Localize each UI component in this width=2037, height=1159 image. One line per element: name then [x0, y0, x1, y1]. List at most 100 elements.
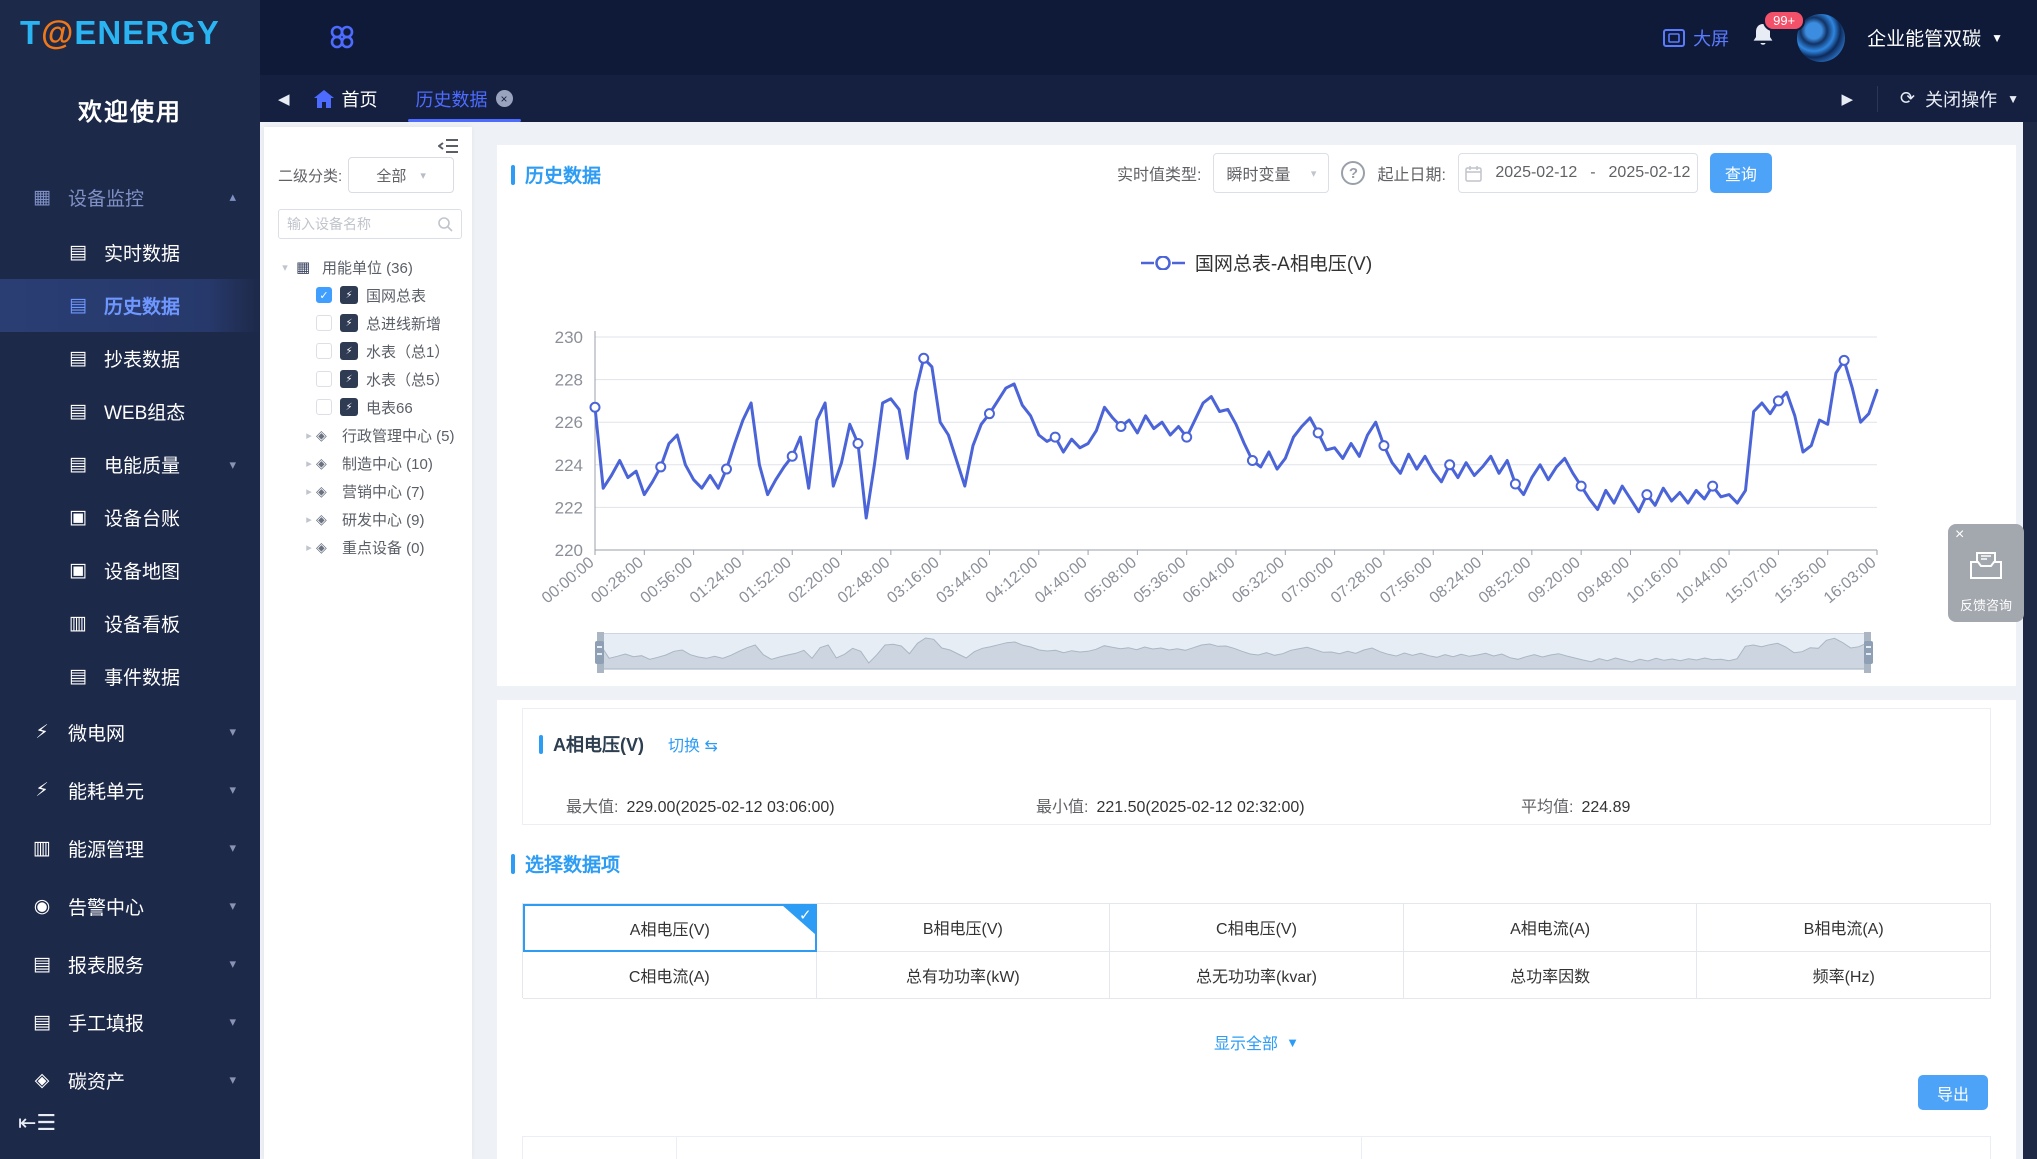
chart-legend[interactable]: 国网总表-A相电压(V) [497, 249, 2016, 276]
sidebar-item[interactable]: ◉告警中心▾ [0, 877, 260, 935]
sidebar-item[interactable]: ▥设备看板 [0, 597, 260, 650]
tab-home[interactable]: 首页 [304, 86, 388, 112]
tree-root-node[interactable]: ▾▦用能单位 (36) [264, 253, 472, 281]
data-item-cell[interactable]: C相电压(V) [1110, 904, 1404, 952]
tree-device-node[interactable]: ⚡电表66 [264, 393, 472, 421]
tree-group-node[interactable]: ▸◈行政管理中心 (5) [264, 421, 472, 449]
data-item-cell[interactable]: C相电流(A) [523, 952, 817, 1000]
svg-text:226: 226 [555, 413, 583, 432]
device-checkbox[interactable]: ✓ [316, 287, 332, 303]
realtime-type-select[interactable]: 瞬时变量 ▾ [1213, 153, 1329, 193]
chevron-right-icon[interactable]: ▸ [302, 541, 316, 554]
app-logo: T@ENERGY [20, 14, 220, 52]
sidebar-item[interactable]: ▤WEB组态 [0, 385, 260, 438]
tabs-scroll-right-icon[interactable]: ▶ [1837, 90, 1857, 108]
apps-icon[interactable] [328, 23, 356, 56]
tabs-scroll-left-icon[interactable]: ◀ [274, 90, 294, 108]
sidebar-item[interactable]: ▤报表服务▾ [0, 935, 260, 993]
feedback-widget[interactable]: × 反馈咨询 [1948, 524, 2024, 622]
close-icon[interactable]: × [1955, 526, 1964, 544]
chevron-right-icon[interactable]: ▸ [302, 513, 316, 526]
right-edge-strip [2023, 122, 2037, 1159]
chevron-right-icon[interactable]: ▸ [302, 457, 316, 470]
sidebar-item[interactable]: ◈碳资产▾ [0, 1051, 260, 1109]
help-icon[interactable]: ? [1341, 161, 1365, 185]
sidebar-item-label: 历史数据 [104, 292, 180, 319]
meter-icon: ⚡ [340, 398, 358, 416]
sidebar-item[interactable]: ▤实时数据 [0, 226, 260, 279]
device-checkbox[interactable] [316, 343, 332, 359]
device-search-input[interactable] [287, 216, 437, 232]
sidebar-item[interactable]: ⚡能耗单元▾ [0, 761, 260, 819]
sidebar-item[interactable]: ▤事件数据 [0, 650, 260, 703]
tree-device-node[interactable]: ✓⚡国网总表 [264, 281, 472, 309]
data-item-cell[interactable]: A相电压(V)✓ [523, 904, 817, 952]
tree-group-label: 重点设备 (0) [342, 537, 425, 558]
close-operations-menu[interactable]: ⟳ 关闭操作 ▼ [1877, 86, 2019, 112]
data-item-cell[interactable]: B相电流(A) [1697, 904, 1991, 952]
svg-text:220: 220 [555, 541, 583, 560]
datazoom-left-handle[interactable] [595, 641, 604, 664]
sidebar-item[interactable]: ▤手工填报▾ [0, 993, 260, 1051]
date-end[interactable]: 2025-02-12 [1609, 164, 1691, 182]
tree-device-node[interactable]: ⚡水表（总5） [264, 365, 472, 393]
tree-group-node[interactable]: ▸◈研发中心 (9) [264, 505, 472, 533]
tree-group-node[interactable]: ▸◈重点设备 (0) [264, 533, 472, 561]
data-item-cell[interactable]: B相电压(V) [817, 904, 1111, 952]
date-range-picker[interactable]: 2025-02-12 - 2025-02-12 [1458, 153, 1698, 193]
org-switcher[interactable]: 企业能管双碳 ▼ [1867, 24, 2003, 51]
sidebar-item[interactable]: ⚡微电网▾ [0, 703, 260, 761]
sidebar-item-label: 微电网 [68, 719, 125, 746]
sidebar-item[interactable]: ▦设备监控▴ [0, 168, 260, 226]
sidebar-item[interactable]: ▥能源管理▾ [0, 819, 260, 877]
search-icon[interactable] [437, 216, 453, 232]
sidebar-collapse-toggle[interactable]: ⇤☰ [18, 1110, 56, 1136]
export-button[interactable]: 导出 [1918, 1075, 1988, 1110]
sidebar-item[interactable]: ▤历史数据 [0, 279, 260, 332]
sidebar-item-label: 碳资产 [68, 1067, 125, 1094]
tree-group-label: 行政管理中心 (5) [342, 425, 455, 446]
show-all-link[interactable]: 显示全部 ▼ [497, 1030, 2016, 1054]
date-start[interactable]: 2025-02-12 [1495, 164, 1577, 182]
big-screen-button[interactable]: 大屏 [1663, 25, 1729, 51]
data-item-cell[interactable]: A相电流(A) [1404, 904, 1698, 952]
chevron-down-icon: ▾ [229, 840, 236, 856]
data-item-cell[interactable]: 总无功功率(kvar) [1110, 952, 1404, 1000]
chevron-right-icon[interactable]: ▸ [302, 485, 316, 498]
sidebar-item[interactable]: ▤电能质量▾ [0, 438, 260, 491]
data-item-cell[interactable]: 频率(Hz) [1697, 952, 1991, 1000]
sidebar-item[interactable]: ▣设备地图 [0, 544, 260, 597]
device-checkbox[interactable] [316, 399, 332, 415]
tree-device-node[interactable]: ⚡总进线新增 [264, 309, 472, 337]
tree-group-node[interactable]: ▸◈营销中心 (7) [264, 477, 472, 505]
refresh-icon[interactable]: ⟳ [1900, 88, 1915, 109]
sidebar-item[interactable]: ▤抄表数据 [0, 332, 260, 385]
chevron-down-icon: ▼ [1286, 1035, 1299, 1050]
sidebar-item[interactable]: ▣设备台账 [0, 491, 260, 544]
category-select[interactable]: 全部 ▾ [348, 157, 454, 193]
device-checkbox[interactable] [316, 371, 332, 387]
tree-device-node[interactable]: ⚡水表（总1） [264, 337, 472, 365]
data-item-cell[interactable]: 总有功功率(kW) [817, 952, 1111, 1000]
svg-text:04:12:00: 04:12:00 [983, 554, 1042, 607]
bolt-icon: ⚡ [30, 721, 54, 744]
chevron-up-icon: ▴ [229, 189, 236, 205]
tree-group-node[interactable]: ▸◈制造中心 (10) [264, 449, 472, 477]
tree-device-label: 国网总表 [366, 285, 426, 306]
datazoom-right-handle[interactable] [1864, 641, 1873, 664]
building-icon: ▦ [296, 258, 314, 276]
tab-history-data[interactable]: 历史数据 × [398, 75, 531, 122]
datazoom-slider[interactable] [600, 633, 1868, 670]
swap-icon: ⇆ [704, 738, 717, 755]
data-item-cell[interactable]: 总功率因数 [1404, 952, 1698, 1000]
stat-max: 最大值:229.00(2025-02-12 03:06:00) [566, 793, 835, 817]
query-button[interactable]: 查询 [1710, 153, 1772, 193]
sidebar-item-label: 设备监控 [68, 184, 144, 211]
notifications-button[interactable]: 99+ [1751, 22, 1775, 53]
tab-close-icon[interactable]: × [496, 90, 513, 107]
chevron-right-icon[interactable]: ▸ [302, 429, 316, 442]
switch-link[interactable]: 切换 ⇆ [668, 732, 718, 756]
chevron-down-icon[interactable]: ▾ [278, 261, 292, 274]
device-checkbox[interactable] [316, 315, 332, 331]
history-data-card: 历史数据 实时值类型: 瞬时变量 ▾ ? 起止日期: 2025-02-12 - … [497, 145, 2016, 686]
